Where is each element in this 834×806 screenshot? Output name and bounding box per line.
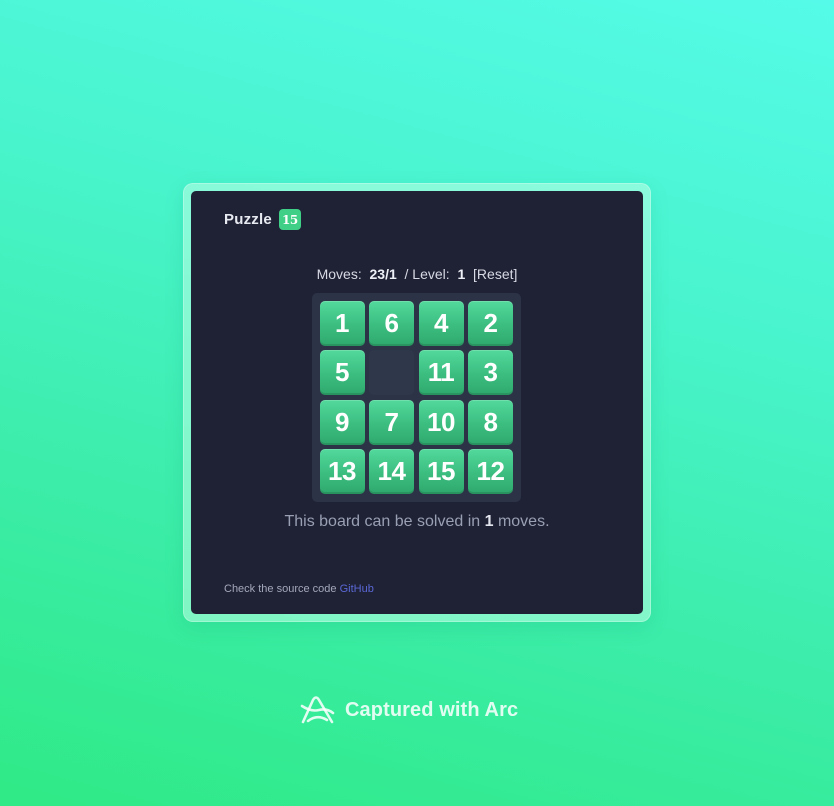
footer: Check the source code GitHub	[224, 583, 374, 595]
puzzle-tile[interactable]: 3	[468, 350, 513, 395]
level-value: 1	[457, 266, 466, 282]
puzzle-tile[interactable]: 8	[468, 399, 513, 445]
solve-hint: This board can be solved in 1 moves.	[191, 513, 643, 531]
puzzle-tile[interactable]: 1	[319, 300, 365, 346]
app-window-frame: Puzzle 15 Moves: 23/1 / Level: 1 [Reset]…	[183, 183, 651, 622]
arc-watermark: Captured with Arc	[299, 694, 518, 726]
footer-text: Check the source code	[224, 583, 337, 595]
header: Puzzle 15	[224, 209, 301, 230]
moves-value: 23/1	[369, 266, 397, 282]
puzzle-tile[interactable]: 4	[418, 300, 464, 346]
app-panel: Puzzle 15 Moves: 23/1 / Level: 1 [Reset]…	[191, 191, 643, 614]
puzzle-tile[interactable]: 12	[468, 449, 513, 494]
arc-logo-icon	[299, 694, 336, 726]
puzzle-tile[interactable]: 14	[369, 449, 414, 494]
logo-badge-icon: 15	[278, 209, 301, 230]
puzzle-tile[interactable]: 11	[418, 350, 464, 395]
github-link[interactable]: GitHub	[340, 583, 374, 595]
puzzle-tile[interactable]: 10	[418, 399, 464, 445]
puzzle-tile[interactable]: 15	[418, 449, 464, 494]
puzzle-tile[interactable]: 5	[319, 350, 365, 395]
solve-hint-prefix: This board can be solved in	[284, 513, 481, 530]
puzzle-tile[interactable]: 7	[369, 399, 414, 445]
puzzle-tile[interactable]: 2	[468, 300, 513, 346]
solve-hint-suffix: moves.	[497, 513, 550, 530]
reset-button[interactable]: [Reset]	[473, 266, 517, 282]
empty-slot	[369, 350, 414, 395]
puzzle-tile[interactable]: 6	[369, 300, 414, 346]
level-label: / Level:	[404, 266, 450, 282]
watermark-text: Captured with Arc	[345, 698, 519, 721]
puzzle-tile[interactable]: 13	[319, 449, 365, 494]
app-title: Puzzle	[224, 211, 272, 228]
puzzle-board: 1 6 4 2 5 11 3 9 7 10 8 13 14 15 12	[312, 293, 521, 502]
status-bar: Moves: 23/1 / Level: 1 [Reset]	[191, 266, 643, 282]
solve-move-count: 1	[484, 513, 494, 530]
puzzle-tile[interactable]: 9	[319, 399, 365, 445]
moves-label: Moves:	[316, 266, 362, 282]
